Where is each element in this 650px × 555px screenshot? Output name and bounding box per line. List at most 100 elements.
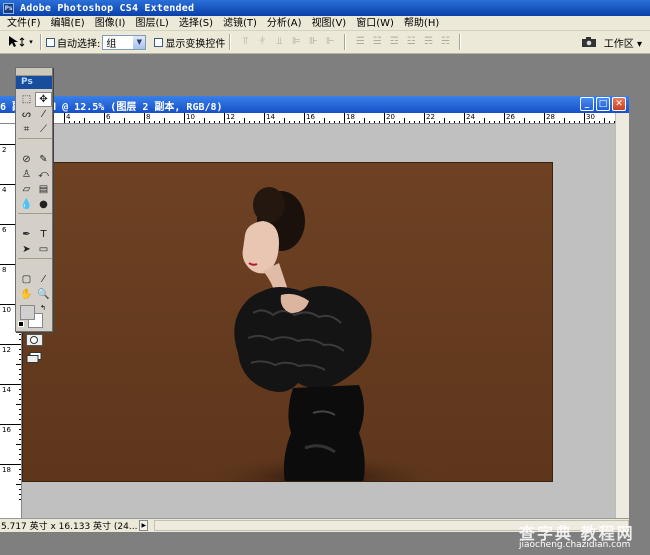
align-top-icon[interactable]: ⫪: [239, 36, 251, 48]
distribute-right-icon[interactable]: ☵: [439, 36, 451, 48]
ruler-tick: [464, 113, 465, 123]
healing-brush-icon[interactable]: ⊘: [18, 152, 35, 167]
align-left-icon[interactable]: ⊫: [290, 36, 302, 48]
tool-separator: [18, 138, 52, 141]
menu-view[interactable]: 视图(V): [307, 16, 352, 31]
dodge-tool-icon[interactable]: ●: [35, 197, 52, 212]
align-vcenter-icon[interactable]: ⫩: [256, 36, 268, 48]
slice-tool-icon[interactable]: ⟋: [35, 122, 52, 137]
ruler-tick: [104, 113, 105, 123]
notes-tool-icon[interactable]: ▢: [18, 272, 35, 287]
show-transform-checkbox[interactable]: [154, 37, 164, 47]
distribute-left-icon[interactable]: ☳: [405, 36, 417, 48]
tool-preset-picker[interactable]: ▾: [4, 33, 36, 52]
ruler-tick: [0, 344, 21, 345]
ruler-label: 22: [426, 113, 435, 121]
brush-tool-icon[interactable]: ✎: [35, 152, 52, 167]
history-brush-icon[interactable]: ⤺: [35, 167, 52, 182]
watermark: 查字典 教程网 jiaocheng.chazidian.com: [517, 520, 647, 553]
workspace-menu[interactable]: 工作区 ▾: [604, 35, 642, 50]
menu-edit[interactable]: 编辑(E): [46, 16, 90, 31]
foreground-color-swatch[interactable]: [20, 305, 35, 320]
swap-colors-icon[interactable]: ↰: [40, 304, 46, 312]
workspace-camera-button[interactable]: [580, 34, 598, 50]
move-tool-icon: [9, 36, 25, 47]
vertical-scrollbar[interactable]: [615, 113, 629, 518]
align-buttons: ⫪ ⫩ ⫫ ⊫ ⊪ ⊩: [239, 36, 336, 48]
hand-tool-icon[interactable]: ✋: [18, 287, 35, 302]
minimize-button[interactable]: _: [580, 97, 594, 111]
ruler-label: 6: [2, 226, 7, 234]
ruler-label: 16: [306, 113, 315, 121]
tool-separator: [18, 258, 52, 261]
distribute-vcenter-icon[interactable]: ☱: [371, 36, 383, 48]
ruler-label: 26: [506, 113, 515, 121]
lasso-tool-icon[interactable]: ᔕ: [18, 107, 35, 122]
move-tool-icon[interactable]: ✥: [35, 92, 52, 107]
screen-mode-button[interactable]: [25, 351, 43, 363]
ruler-label: 10: [2, 306, 11, 314]
chevron-down-icon: ▾: [29, 38, 33, 46]
pen-tool-icon[interactable]: ✒: [18, 227, 35, 242]
watermark-url: jiaocheng.chazidian.com: [519, 540, 631, 550]
maximize-button[interactable]: □: [596, 97, 610, 111]
ruler-label: 24: [466, 113, 475, 121]
color-swatches: ↰: [18, 304, 52, 331]
marquee-tool-icon[interactable]: ⬚: [18, 92, 35, 107]
distribute-bottom-icon[interactable]: ☲: [388, 36, 400, 48]
ruler-label: 6: [106, 113, 111, 121]
screen-mode-icon: [26, 351, 42, 363]
clone-stamp-icon[interactable]: ♙: [18, 167, 35, 182]
blur-tool-icon[interactable]: 💧: [18, 197, 35, 212]
ruler-tick: [144, 113, 145, 123]
ruler-tick: [0, 464, 21, 465]
gradient-tool-icon[interactable]: ▤: [35, 182, 52, 197]
auto-select-checkbox[interactable]: [46, 37, 55, 47]
ruler-tick: [344, 113, 345, 123]
align-hcenter-icon[interactable]: ⊪: [307, 36, 319, 48]
menu-analysis[interactable]: 分析(A): [262, 16, 307, 31]
auto-select-dropdown[interactable]: 组 ▼: [102, 34, 147, 50]
quick-mask-button[interactable]: [25, 334, 43, 346]
menu-filter[interactable]: 滤镜(T): [218, 16, 262, 31]
type-tool-icon[interactable]: T: [35, 227, 52, 242]
distribute-top-icon[interactable]: ☰: [354, 36, 366, 48]
zoom-tool-icon[interactable]: 🔍: [35, 287, 52, 302]
ruler-label: 14: [266, 113, 275, 121]
menu-image[interactable]: 图像(I): [90, 16, 131, 31]
default-colors-icon[interactable]: [18, 321, 24, 327]
app-title: Adobe Photoshop CS4 Extended: [20, 2, 195, 14]
menu-window[interactable]: 窗口(W): [351, 16, 399, 31]
menu-select[interactable]: 选择(S): [174, 16, 218, 31]
document-image[interactable]: [22, 162, 553, 482]
chevron-down-icon: ▼: [133, 35, 146, 49]
align-right-icon[interactable]: ⊩: [324, 36, 336, 48]
ruler-tick: [504, 113, 505, 123]
status-menu-arrow-icon[interactable]: ▶: [139, 520, 149, 531]
shape-tool-icon[interactable]: ▭: [35, 242, 52, 257]
ruler-label: 18: [2, 466, 11, 474]
menu-file[interactable]: 文件(F): [2, 16, 46, 31]
magic-wand-tool-icon[interactable]: ⁄: [35, 107, 52, 122]
options-bar: ▾ 自动选择: 组 ▼ 显示变换控件 ⫪ ⫩ ⫫ ⊫ ⊪ ⊩ ☰ ☱ ☲ ☳ ☴…: [0, 31, 650, 54]
horizontal-ruler[interactable]: 4 6 8 10 12 14 16 18 20 22 24 26 28 30: [22, 113, 615, 124]
align-bottom-icon[interactable]: ⫫: [273, 36, 285, 48]
menu-bar: 文件(F) 编辑(E) 图像(I) 图层(L) 选择(S) 滤镜(T) 分析(A…: [0, 16, 650, 31]
ruler-label: 12: [226, 113, 235, 121]
canvas-area[interactable]: [22, 124, 615, 518]
path-selection-icon[interactable]: ➤: [18, 242, 35, 257]
menu-help[interactable]: 帮助(H): [399, 16, 444, 31]
ruler-label: 8: [2, 266, 7, 274]
ruler-tick: [424, 113, 425, 123]
eraser-tool-icon[interactable]: ▱: [18, 182, 35, 197]
menu-layer[interactable]: 图层(L): [130, 16, 173, 31]
distribute-hcenter-icon[interactable]: ☴: [422, 36, 434, 48]
ruler-label: 20: [386, 113, 395, 121]
toolbox-grip[interactable]: [16, 68, 52, 76]
separator: [459, 34, 462, 50]
close-button[interactable]: ✕: [612, 97, 626, 111]
eyedropper-tool-icon[interactable]: ⁄: [35, 272, 52, 287]
crop-tool-icon[interactable]: ⌗: [18, 122, 35, 137]
ruler-label: 2: [2, 146, 7, 154]
ruler-tick: [264, 113, 265, 123]
